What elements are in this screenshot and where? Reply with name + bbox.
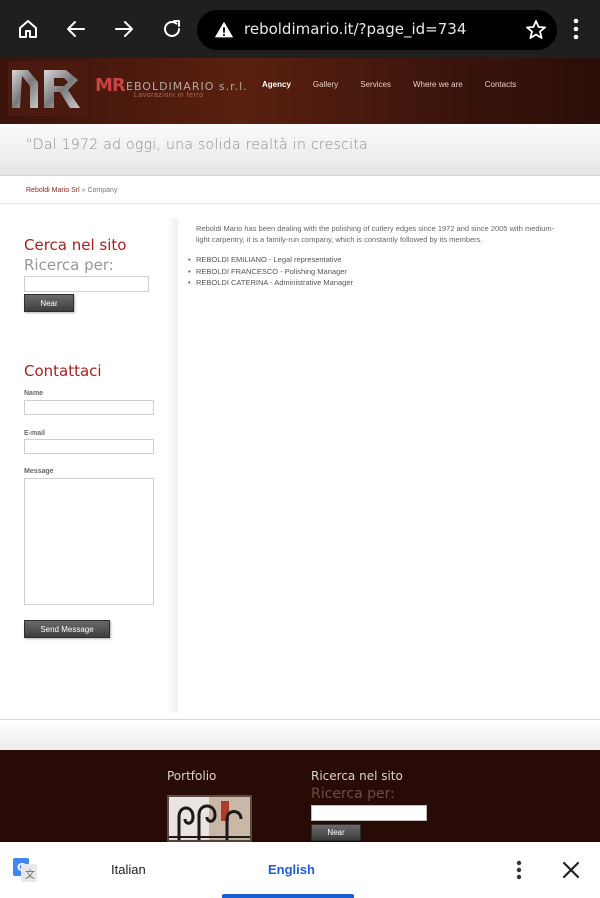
team-member: REBOLDI CATERINA - Administrative Manage… [188, 277, 353, 289]
translate-bar: G 文 Italian English [0, 842, 600, 898]
svg-text:文: 文 [25, 868, 35, 881]
forward-button[interactable] [107, 12, 141, 46]
reload-button[interactable] [155, 12, 189, 46]
target-language-tab[interactable]: English [268, 862, 315, 877]
nav-contacts[interactable]: Contacts [485, 80, 517, 89]
main-nav: Agency Gallery Services Where we are Con… [262, 80, 538, 89]
tagline-band: "Dal 1972 ad oggi, una solida realtà in … [0, 124, 600, 176]
active-language-indicator [222, 894, 354, 898]
breadcrumb-current: Company [87, 187, 118, 194]
send-message-button[interactable]: Send Message [24, 620, 110, 638]
forward-icon [115, 21, 133, 37]
nav-where-we-are[interactable]: Where we are [413, 80, 463, 89]
address-bar[interactable]: reboldimario.it/?page_id=734 [197, 10, 557, 50]
browser-toolbar: reboldimario.it/?page_id=734 [0, 0, 600, 58]
breadcrumb-home[interactable]: Reboldi Mario Srl [26, 187, 80, 194]
name-label: Name [24, 390, 44, 397]
logo-tagline: Lavorazioni in ferro [134, 92, 204, 99]
team-member: REBOLDI FRANCESCO - Polishing Manager [188, 266, 353, 278]
source-language-tab[interactable]: Italian [111, 862, 146, 877]
sidebar-search-button[interactable]: Near [24, 294, 74, 312]
email-field[interactable] [24, 439, 154, 454]
company-logo-mark[interactable] [8, 62, 88, 116]
translate-options-icon[interactable] [511, 859, 527, 881]
google-translate-icon[interactable]: G 文 [13, 858, 37, 882]
site-header: MR EBOLDIMARIO s.r.l. Lavorazioni in fer… [0, 58, 600, 124]
message-textarea[interactable] [24, 478, 154, 605]
team-member: REBOLDI EMILIANO - Legal representative [188, 254, 353, 266]
team-list: REBOLDI EMILIANO - Legal representative … [188, 254, 353, 289]
footer-search-input[interactable] [311, 805, 427, 821]
email-label: E-mail [24, 430, 46, 437]
more-vert-icon[interactable] [566, 15, 586, 43]
back-button[interactable] [59, 12, 93, 46]
logo-monogram[interactable]: MR [95, 75, 126, 96]
close-icon[interactable] [560, 859, 582, 881]
footer-search-button[interactable]: Near [311, 824, 361, 841]
home-icon [19, 20, 37, 38]
home-button[interactable] [11, 12, 45, 46]
company-intro: Reboldi Mario has been dealing with the … [196, 224, 555, 244]
sidebar-search-input[interactable] [24, 276, 149, 292]
back-icon [67, 21, 85, 37]
name-field[interactable] [24, 400, 154, 415]
nav-agency[interactable]: Agency [262, 80, 291, 89]
site-footer: Portfolio Ricerca nel sito Ricerca per: … [0, 750, 600, 842]
site-tagline: "Dal 1972 ad oggi, una solida realtà in … [26, 137, 368, 153]
contact-widget-title: Contattaci [24, 362, 102, 380]
search-widget-title: Cerca nel sito [24, 236, 127, 254]
url-text[interactable]: reboldimario.it/?page_id=734 [244, 20, 466, 38]
sidebar-shadow [166, 218, 178, 713]
message-label: Message [24, 468, 54, 475]
nav-gallery[interactable]: Gallery [313, 80, 338, 89]
nav-services[interactable]: Services [360, 80, 391, 89]
portfolio-thumbnail[interactable] [167, 795, 252, 842]
pre-footer-band [0, 720, 600, 750]
footer-portfolio-title: Portfolio [167, 769, 217, 783]
search-widget-subtitle: Ricerca per: [24, 256, 114, 274]
footer-search-title: Ricerca nel sito [311, 769, 403, 783]
breadcrumb: Reboldi Mario Srl » Company [26, 187, 117, 194]
warning-icon[interactable] [213, 19, 235, 41]
reload-icon [164, 20, 180, 37]
footer-search-subtitle: Ricerca per: [311, 786, 395, 802]
star-icon[interactable] [524, 18, 548, 42]
divider [0, 203, 600, 204]
